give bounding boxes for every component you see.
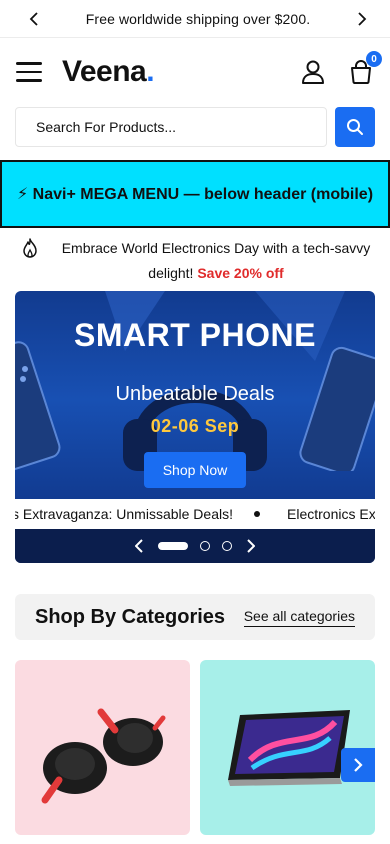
- site-logo[interactable]: Veena.: [62, 55, 155, 89]
- promo-message: Embrace World Electronics Day with a tec…: [0, 228, 390, 285]
- shop-now-button[interactable]: Shop Now: [144, 452, 246, 488]
- hero-banner[interactable]: SMART PHONE Unbeatable Deals 02-06 Sep S…: [15, 291, 375, 563]
- cart-icon[interactable]: 0: [348, 51, 382, 85]
- carousel-next-icon[interactable]: [341, 748, 375, 782]
- hero-dates: 02-06 Sep: [150, 416, 240, 436]
- categories-title: Shop By Categories: [35, 605, 226, 628]
- categories-header: Shop By Categories See all categories: [15, 594, 375, 640]
- chevron-left-icon[interactable]: [26, 11, 42, 27]
- announcement-bar: Free worldwide shipping over $200.: [0, 0, 390, 38]
- search-bar: [0, 107, 390, 147]
- deals-ticker: s Extravaganza: Unmissable Deals! Electr…: [15, 499, 375, 529]
- slider-dot-active[interactable]: [158, 542, 188, 550]
- category-card-earbuds[interactable]: [15, 660, 190, 835]
- chevron-right-icon[interactable]: [354, 11, 370, 27]
- hero-title: SMART PHONE: [74, 317, 316, 353]
- search-button[interactable]: [335, 107, 375, 147]
- ticker-item: Electronics Ext: [287, 506, 375, 522]
- see-all-categories-link[interactable]: See all categories: [243, 608, 355, 627]
- search-icon: [347, 119, 363, 135]
- mega-menu-bar[interactable]: ⚡ Navi+ MEGA MENU — below header (mobile…: [0, 160, 390, 228]
- account-icon[interactable]: [300, 59, 326, 85]
- slider-dot[interactable]: [200, 541, 210, 551]
- slider-controls: [15, 529, 375, 563]
- announcement-text: Free worldwide shipping over $200.: [85, 10, 311, 27]
- hero-subtitle: Unbeatable Deals: [115, 383, 275, 405]
- search-input[interactable]: [15, 107, 327, 147]
- cart-count-badge: 0: [366, 51, 382, 67]
- category-carousel: [15, 660, 375, 835]
- flame-icon: [18, 237, 42, 261]
- menu-icon[interactable]: [16, 62, 42, 82]
- site-header: Veena. 0: [0, 38, 390, 106]
- ticker-item: s Extravaganza: Unmissable Deals!: [15, 506, 233, 522]
- ticker-bullet: [254, 511, 260, 517]
- promo-highlight: Save 20% off: [197, 264, 284, 281]
- slider-dot[interactable]: [222, 541, 232, 551]
- slider-next-icon[interactable]: [244, 539, 258, 553]
- slider-prev-icon[interactable]: [132, 539, 146, 553]
- earbuds-image: [41, 708, 166, 804]
